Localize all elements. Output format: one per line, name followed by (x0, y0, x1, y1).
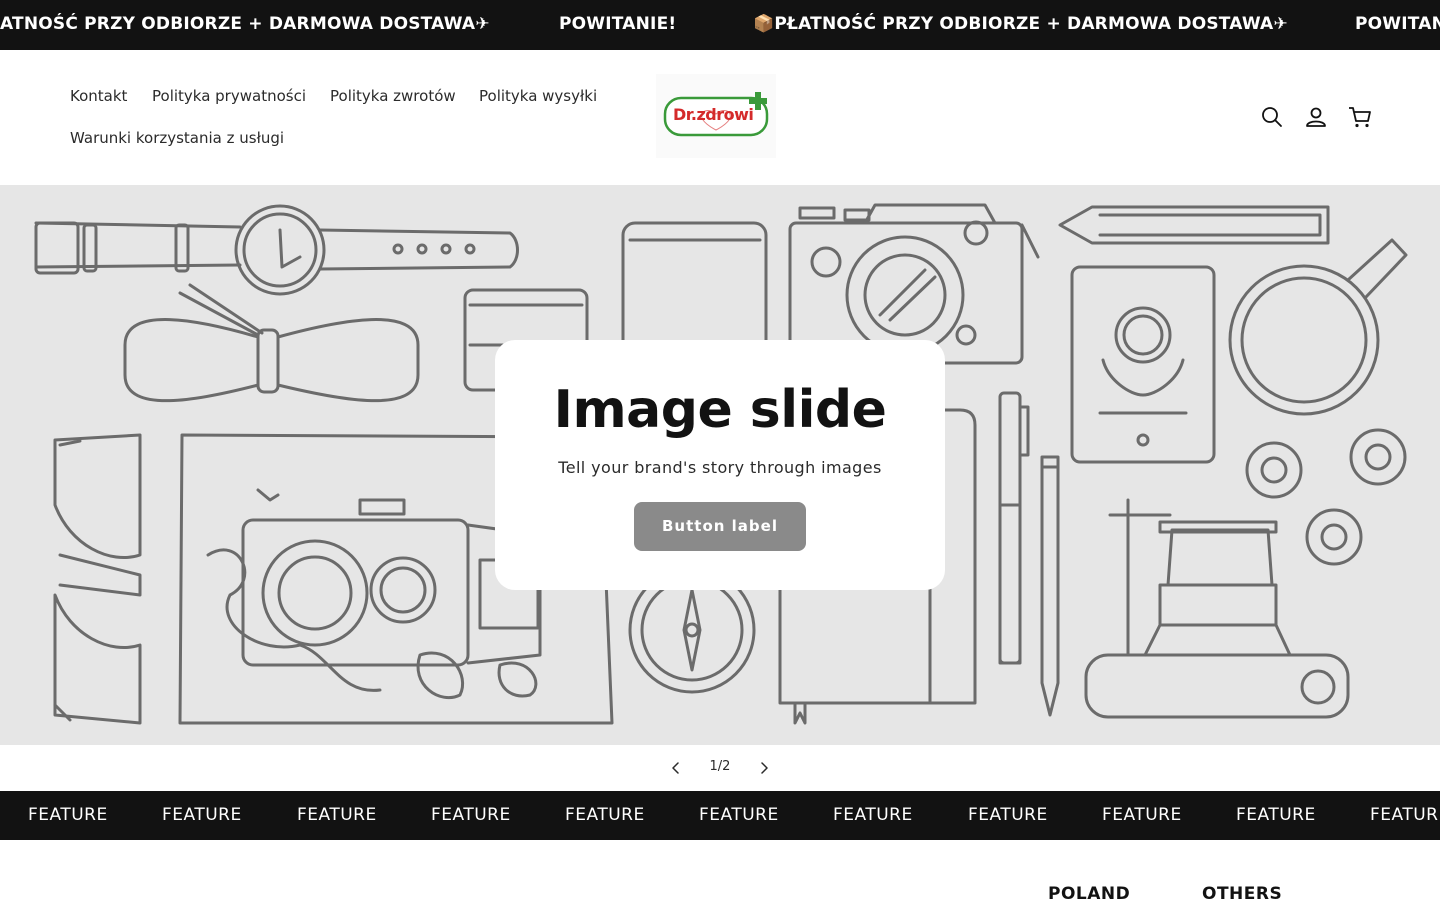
announcement-item: POWITANIE! (559, 14, 677, 34)
slider-controls: 1/2 (0, 745, 1440, 791)
nav-link-return-policy[interactable]: Polityka zwrotów (330, 87, 456, 105)
announcement-item: ATNOŚĆ PRZY ODBIORZE + DARMOWA DOSTAWA✈ (0, 14, 490, 34)
account-icon[interactable] (1303, 104, 1329, 130)
slide-counter: 1/2 (709, 759, 731, 774)
hero-subtitle: Tell your brand's story through images (558, 458, 882, 477)
feature-item: FEATURE (297, 805, 377, 825)
nav-link-kontakt[interactable]: Kontakt (70, 87, 127, 105)
next-slide-button[interactable] (756, 759, 772, 777)
search-icon[interactable] (1259, 104, 1285, 130)
hero-content-card: Image slide Tell your brand's story thro… (495, 340, 945, 590)
nav-link-terms-of-service[interactable]: Warunki korzystania z usługi (70, 129, 284, 147)
feature-item: FEATURE (1102, 805, 1182, 825)
chevron-left-icon (672, 762, 679, 774)
feature-item: FEATURE (28, 805, 108, 825)
feature-item: FEATUR (1370, 805, 1439, 825)
feature-item: FEATURE (565, 805, 645, 825)
footer-heading-poland: POLAND (1048, 884, 1131, 900)
feature-item: FEATURE (162, 805, 242, 825)
footer-heading-others: OTHERS (1202, 884, 1283, 900)
announcement-item: 📦PŁATNOŚĆ PRZY ODBIORZE + DARMOWA DOSTAW… (753, 14, 1288, 34)
announcement-bar: ATNOŚĆ PRZY ODBIORZE + DARMOWA DOSTAWA✈ … (0, 0, 1440, 50)
previous-slide-button[interactable] (668, 759, 684, 777)
site-logo[interactable]: Dr.zdrowi (656, 74, 776, 158)
hero-cta-button[interactable]: Button label (634, 502, 806, 551)
hero-slideshow: Image slide Tell your brand's story thro… (0, 185, 1440, 745)
feature-item: FEATURE (968, 805, 1048, 825)
hero-title: Image slide (553, 380, 887, 440)
logo-text: Dr.zdrowi (673, 105, 754, 124)
feature-item: FEATURE (431, 805, 511, 825)
announcement-item: POWITAN (1355, 14, 1440, 34)
feature-item: FEATURE (699, 805, 779, 825)
feature-item: FEATURE (1236, 805, 1316, 825)
chevron-right-icon (761, 762, 768, 774)
nav-link-shipping-policy[interactable]: Polityka wysyłki (479, 87, 597, 105)
cart-icon[interactable] (1347, 104, 1373, 130)
feature-item: FEATURE (833, 805, 913, 825)
feature-marquee: FEATURE FEATURE FEATURE FEATURE FEATURE … (0, 791, 1440, 840)
nav-link-privacy-policy[interactable]: Polityka prywatności (152, 87, 306, 105)
site-header: Kontakt Polityka prywatności Polityka zw… (0, 50, 1440, 185)
